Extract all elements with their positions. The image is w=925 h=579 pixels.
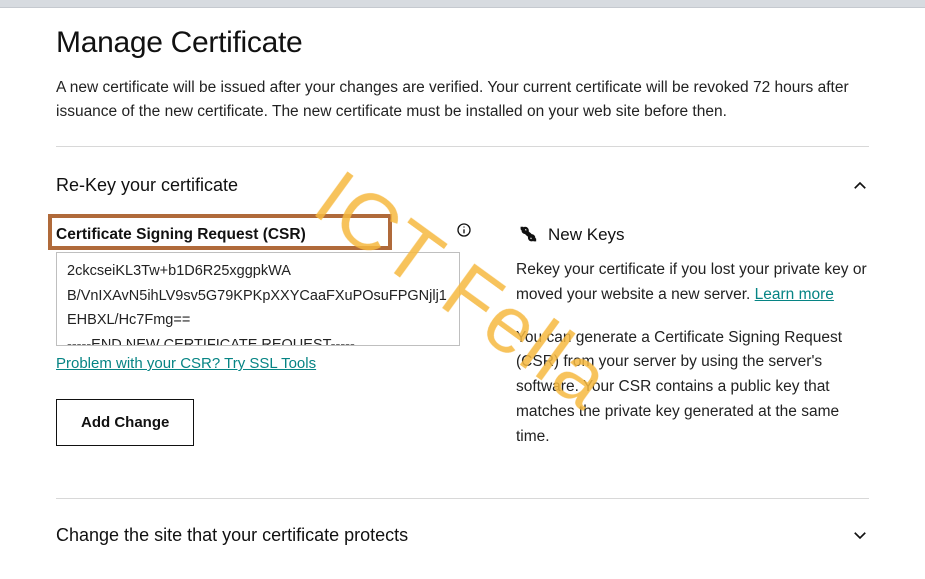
newkeys-header: New Keys bbox=[516, 224, 869, 246]
rekey-right-column: New Keys Rekey your certificate if you l… bbox=[516, 220, 869, 468]
rekey-section-body: Certificate Signing Request (CSR) Proble… bbox=[56, 220, 869, 498]
chevron-down-icon bbox=[851, 526, 869, 544]
rekey-section-header[interactable]: Re-Key your certificate bbox=[56, 147, 869, 220]
info-icon[interactable] bbox=[456, 222, 472, 238]
csr-label: Certificate Signing Request (CSR) bbox=[56, 220, 312, 250]
window-topbar bbox=[0, 0, 925, 8]
rekey-section-title: Re-Key your certificate bbox=[56, 175, 238, 196]
csr-textarea[interactable] bbox=[56, 252, 460, 346]
page-title: Manage Certificate bbox=[56, 26, 869, 60]
newkeys-para2: You can generate a Certificate Signing R… bbox=[516, 326, 869, 450]
chevron-up-icon bbox=[851, 177, 869, 195]
change-site-title: Change the site that your certificate pr… bbox=[56, 525, 408, 546]
add-change-button[interactable]: Add Change bbox=[56, 399, 194, 446]
keys-icon bbox=[516, 224, 538, 246]
intro-text: A new certificate will be issued after y… bbox=[56, 76, 869, 124]
newkeys-title: New Keys bbox=[548, 225, 625, 245]
newkeys-para1: Rekey your certificate if you lost your … bbox=[516, 258, 869, 308]
csr-label-wrap: Certificate Signing Request (CSR) bbox=[56, 220, 312, 250]
learn-more-link[interactable]: Learn more bbox=[755, 286, 834, 303]
rekey-left-column: Certificate Signing Request (CSR) Proble… bbox=[56, 220, 476, 468]
content-area: Manage Certificate A new certificate wil… bbox=[0, 8, 925, 546]
change-site-section-header[interactable]: Change the site that your certificate pr… bbox=[56, 499, 869, 546]
ssl-tools-link[interactable]: Problem with your CSR? Try SSL Tools bbox=[56, 355, 316, 372]
